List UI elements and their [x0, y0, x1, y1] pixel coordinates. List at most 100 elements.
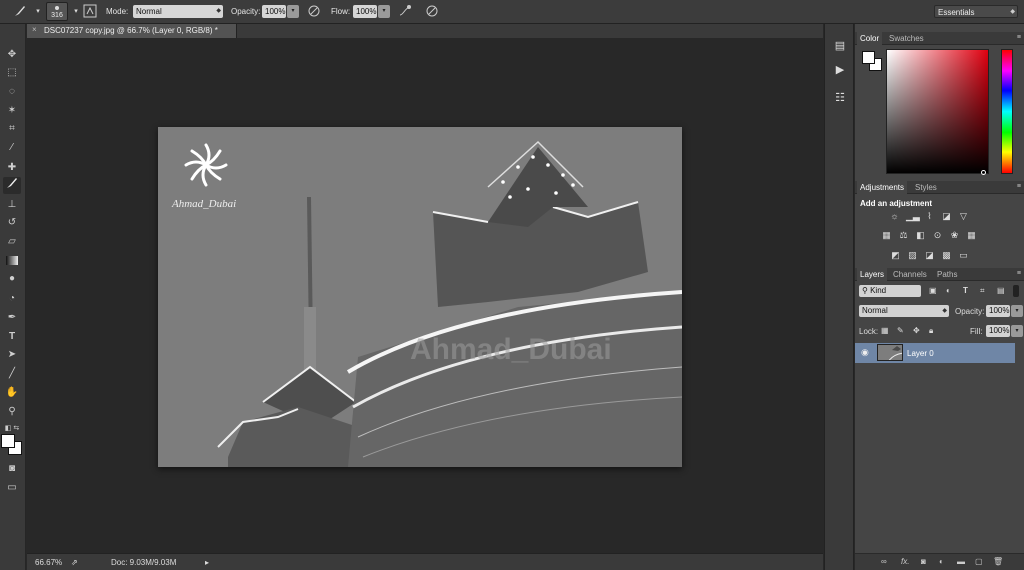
color-balance-icon[interactable]: ⚖ [897, 230, 910, 241]
gradient-map-icon[interactable]: ▭ [957, 250, 970, 261]
workspace-switcher[interactable]: Essentials ◆ [934, 5, 1018, 18]
eraser-tool-icon[interactable]: ▱ [3, 233, 21, 250]
hand-tool-icon[interactable]: ✋ [3, 384, 21, 401]
zoom-tool-icon[interactable]: ⚲ [3, 403, 21, 420]
filter-pixel-icon[interactable]: ▣ [929, 286, 937, 295]
status-share-icon[interactable]: ⇗ [71, 558, 78, 567]
panel-menu-icon[interactable]: ≡ [1017, 34, 1021, 41]
history-panel-icon[interactable]: ▤ [830, 36, 850, 56]
filter-type-icon[interactable]: T [963, 286, 968, 295]
invert-icon[interactable]: ◩ [889, 250, 902, 261]
filter-toggle-switch[interactable] [1013, 285, 1019, 297]
eyedropper-tool-icon[interactable]: ⁄ [3, 139, 21, 156]
add-mask-icon[interactable]: ◙ [921, 557, 926, 566]
foreground-color-swatch[interactable] [1, 434, 15, 448]
tab-styles[interactable]: Styles [915, 183, 937, 192]
filter-smart-object-icon[interactable]: ▤ [997, 286, 1005, 295]
fill-input[interactable]: 100% [986, 325, 1010, 337]
visibility-eye-icon[interactable]: ◉ [861, 347, 869, 358]
new-layer-icon[interactable]: ▢ [975, 557, 983, 566]
preset-dropdown-icon[interactable]: ▾ [30, 4, 46, 20]
pressure-size-icon[interactable] [424, 4, 440, 20]
tab-adjustments[interactable]: Adjustments [857, 181, 908, 194]
curves-icon[interactable]: ⌇ [923, 211, 936, 222]
hue-saturation-icon[interactable]: ▦ [880, 230, 893, 241]
link-layers-icon[interactable]: ∞ [881, 557, 887, 566]
flow-dropdown-button[interactable]: ▾ [378, 5, 390, 18]
quick-mask-icon[interactable]: ◙ [3, 460, 21, 477]
brush-tool-preset-icon[interactable] [12, 4, 28, 20]
panel-menu-icon[interactable]: ≡ [1017, 270, 1021, 277]
new-group-icon[interactable]: ▬ [957, 557, 965, 566]
tab-paths[interactable]: Paths [937, 270, 957, 279]
posterize-icon[interactable]: ▨ [906, 250, 919, 261]
brightness-icon[interactable]: ☼ [888, 211, 901, 222]
gradient-tool-icon[interactable] [3, 252, 21, 269]
healing-brush-tool-icon[interactable]: ✚ [3, 159, 21, 176]
tab-channels[interactable]: Channels [893, 270, 927, 279]
black-white-icon[interactable]: ◧ [914, 230, 927, 241]
dodge-tool-icon[interactable]: ◔ [3, 290, 21, 307]
move-tool-icon[interactable]: ✥ [3, 46, 21, 63]
history-brush-tool-icon[interactable]: ↺ [3, 214, 21, 231]
flow-input[interactable]: 100% [353, 5, 377, 18]
hue-slider[interactable] [1001, 49, 1013, 174]
lock-all-icon[interactable]: 🔒︎ [929, 326, 933, 336]
magic-wand-tool-icon[interactable]: ✶ [3, 102, 21, 119]
properties-panel-icon[interactable]: ☷ [830, 88, 850, 108]
new-adjustment-layer-icon[interactable]: ◐ [939, 557, 944, 566]
mode-select[interactable]: Normal ◆ [133, 5, 223, 18]
panel-menu-icon[interactable]: ≡ [1017, 183, 1021, 190]
pen-tool-icon[interactable]: ✒ [3, 309, 21, 326]
blur-tool-icon[interactable]: ● [3, 270, 21, 287]
tab-color[interactable]: Color [857, 32, 883, 45]
document-canvas-image[interactable]: Ahmad_Dubai Ahmad_Dubai [158, 127, 682, 467]
photo-filter-icon[interactable]: ⊙ [931, 230, 944, 241]
blend-mode-select[interactable]: Normal ◆ [859, 305, 949, 317]
layer-opacity-dropdown[interactable]: ▾ [1011, 305, 1023, 317]
pressure-opacity-icon[interactable] [306, 4, 322, 20]
type-tool-icon[interactable]: T [3, 328, 21, 345]
screen-mode-icon[interactable]: ▭ [3, 479, 21, 496]
exposure-icon[interactable]: ◪ [940, 211, 953, 222]
close-tab-icon[interactable]: × [32, 25, 37, 34]
opacity-input[interactable]: 100% [262, 5, 286, 18]
zoom-level[interactable]: 66.67% [35, 558, 62, 567]
status-menu-arrow-icon[interactable]: ▸ [205, 558, 209, 567]
line-tool-icon[interactable]: ╱ [3, 365, 21, 382]
document-tab[interactable]: × DSC07237 copy.jpg @ 66.7% (Layer 0, RG… [27, 24, 237, 38]
lock-image-icon[interactable]: ✎ [897, 326, 904, 335]
clone-stamp-tool-icon[interactable]: ⊥ [3, 196, 21, 213]
lock-position-icon[interactable]: ✥ [913, 326, 920, 335]
opacity-dropdown-button[interactable]: ▾ [287, 5, 299, 18]
tab-layers[interactable]: Layers [857, 268, 888, 281]
airbrush-icon[interactable] [397, 4, 413, 20]
lasso-tool-icon[interactable]: ◌ [3, 83, 21, 100]
flow-label: Flow: [331, 7, 351, 16]
brush-panel-toggle-icon[interactable] [82, 4, 98, 20]
color-picker-field[interactable] [886, 49, 989, 175]
path-selection-tool-icon[interactable]: ➤ [3, 346, 21, 363]
lock-transparent-icon[interactable]: ▦ [881, 326, 889, 335]
color-lookup-icon[interactable]: ▦ [965, 230, 978, 241]
selective-color-icon[interactable]: ▩ [940, 250, 953, 261]
panel-foreground-swatch[interactable] [862, 51, 875, 64]
layer-opacity-input[interactable]: 100% [986, 305, 1010, 317]
brush-tool-icon[interactable] [3, 177, 21, 194]
tab-swatches[interactable]: Swatches [889, 34, 924, 43]
fill-dropdown[interactable]: ▾ [1011, 325, 1023, 337]
filter-shape-icon[interactable]: ⌗ [980, 286, 985, 296]
filter-adjustment-icon[interactable]: ◐ [946, 286, 951, 295]
brush-size-picker[interactable]: 316 [46, 2, 68, 21]
delete-layer-icon[interactable]: 🗑︎ [993, 557, 1003, 566]
channel-mixer-icon[interactable]: ❀ [948, 230, 961, 241]
layer-filter-kind-select[interactable]: ⚲ Kind [859, 285, 921, 297]
layer-row[interactable]: ◉ Layer 0 [855, 343, 1015, 363]
layer-style-icon[interactable]: fx. [901, 557, 909, 566]
levels-icon[interactable]: ▁▃ [906, 211, 920, 222]
vibrance-icon[interactable]: ▽ [957, 211, 970, 222]
marquee-tool-icon[interactable]: ⬚ [3, 64, 21, 81]
actions-play-icon[interactable]: ▶ [830, 60, 850, 80]
threshold-icon[interactable]: ◪ [923, 250, 936, 261]
crop-tool-icon[interactable]: ⌗ [3, 120, 21, 137]
